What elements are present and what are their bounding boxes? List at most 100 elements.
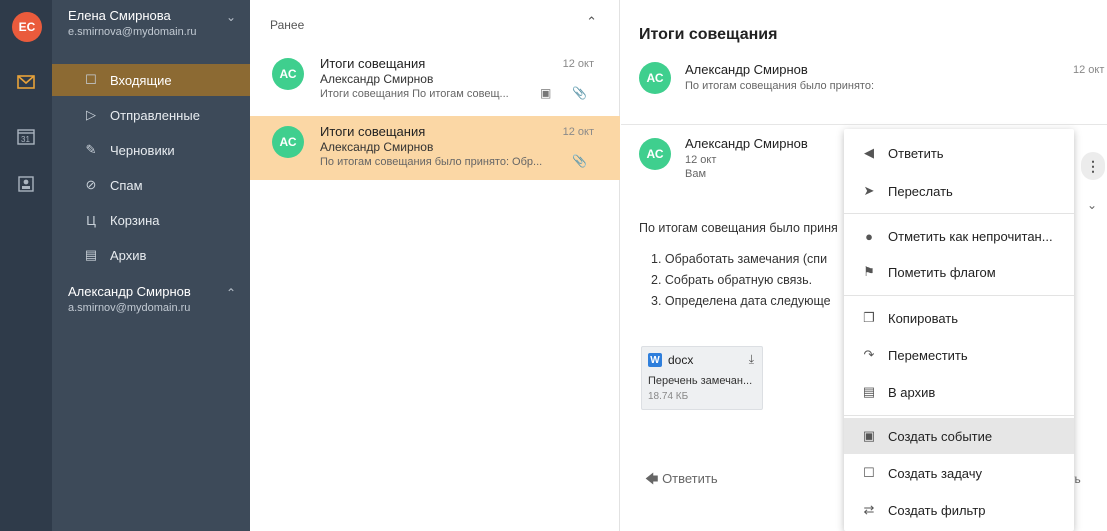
folder-label: Спам [110,177,143,193]
group-header: Ранее [270,18,305,32]
menu-item-label: Копировать [888,310,958,326]
menu-item-label: Переместить [888,347,968,363]
menu-item-label: Создать задачу [888,465,983,481]
divider [621,124,1107,125]
menu-item-create-event[interactable]: ▣ Создать событие [844,418,1074,454]
reply-button[interactable]: 🡄 Ответить [645,470,718,492]
menu-item-forward[interactable]: ➤ Переслать [844,173,1074,209]
svg-text:31: 31 [21,135,30,144]
avatar: АС [639,62,671,94]
folder-drafts[interactable]: ✎ Черновики [52,134,250,166]
archive-icon: ▤ [84,247,98,262]
account-secondary[interactable]: Александр Смирнов a.smirnov@mydomain.ru [68,284,191,314]
chevron-down-icon[interactable]: ⌄ [226,10,236,24]
menu-item-flag[interactable]: ⚑ Пометить флагом [844,254,1074,290]
folder-inbox[interactable]: ☐ Входящие [52,64,250,96]
menu-item-reply[interactable]: ◀ Ответить [844,135,1074,171]
folder-label: Черновики [110,142,175,158]
account-email: e.smirnova@mydomain.ru [68,26,197,38]
menu-item-move[interactable]: ↷ Переместить [844,337,1074,373]
folder-label: Отправленные [110,107,200,123]
move-icon: ↷ [863,347,875,362]
item-preview: По итогам совещания было принято: Обр... [320,156,543,168]
list-item[interactable]: АС Итоги совещания Александр Смирнов По … [250,116,620,180]
message-recipient: Вам [685,168,707,180]
page-title: Итоги совещания [639,26,778,43]
divider [844,415,1074,416]
chevron-up-icon[interactable]: ⌃ [586,14,597,30]
body-list-item: 3. Определена дата следующе [651,294,831,308]
reply-label: Ответить [662,471,718,486]
folder-spam[interactable]: ⊘ Спам [52,169,250,201]
message-from: Александр Смирнов [685,136,808,151]
avatar: АС [272,58,304,90]
paperclip-icon: 📎 [572,86,587,100]
menu-item-label: Ответить [888,145,944,161]
inbox-icon: ☐ [85,72,97,87]
archive-icon: ▤ [862,384,876,399]
folder-sidebar: Елена Смирнова e.smirnova@mydomain.ru ⌄ … [52,0,250,531]
folder-label: Архив [110,247,147,263]
menu-item-label: Переслать [888,183,953,199]
account-primary[interactable]: Елена Смирнова e.smirnova@mydomain.ru [68,8,197,38]
list-item[interactable]: АС Итоги совещания Александр Смирнов Ито… [250,48,620,112]
chevron-up-icon[interactable]: ⌃ [226,286,236,300]
copy-icon: ❐ [863,310,875,325]
folder-archive[interactable]: ▤ Архив [52,239,250,271]
folder-label: Корзина [110,212,160,228]
draft-icon: ✎ [85,142,97,157]
send-icon: ▷ [86,107,96,122]
app-rail: ЕС 31 [0,0,52,531]
message-from: Александр Смирнов [685,62,808,77]
more-options-button[interactable]: ⋮ [1081,152,1105,180]
calendar-event-icon: ▣ [862,428,876,443]
spam-icon: ⊘ [85,177,97,192]
menu-item-label: В архив [888,384,936,400]
attachment-name: Перечень замечан... [648,375,753,387]
calendar-icon[interactable]: 31 [16,126,36,146]
mail-icon[interactable] [16,72,36,92]
calendar-icon[interactable]: ▣ [540,86,551,100]
avatar: АС [272,126,304,158]
message-date: 12 окт [685,154,717,166]
folder-trash[interactable]: Ц Корзина [52,204,250,236]
folder-sent[interactable]: ▷ Отправленные [52,99,250,131]
menu-item-label: Пометить флагом [888,264,996,280]
menu-item-label: Создать фильтр [888,502,986,518]
unread-dot-icon: ● [865,228,873,244]
folder-label: Входящие [110,72,172,88]
task-icon: ☐ [863,465,875,480]
divider [844,295,1074,296]
message-date: 12 окт [1073,64,1105,76]
menu-item-create-task[interactable]: ☐ Создать задачу [844,455,1074,491]
menu-item-copy[interactable]: ❐ Копировать [844,300,1074,336]
download-icon[interactable]: ⤓ [749,352,754,367]
item-date: 12 окт [562,126,594,138]
attachment-size: 18.74 КБ [648,391,689,402]
item-preview: Итоги совещания По итогам совещ... [320,88,509,100]
attachment-card[interactable]: W docx ⤓ Перечень замечан... 18.74 КБ [641,346,763,410]
account-email: a.smirnov@mydomain.ru [68,302,191,314]
chevron-down-icon[interactable]: ⌄ [1087,198,1097,212]
account-name: Елена Смирнова [68,8,171,23]
word-doc-icon: W [648,353,662,367]
menu-item-archive[interactable]: ▤ В архив [844,374,1074,410]
trash-icon: Ц [86,212,96,228]
menu-item-mark-unread[interactable]: ● Отметить как непрочитан... [844,218,1074,254]
body-list-item: 1. Обработать замечания (спи [651,252,828,266]
menu-item-create-filter[interactable]: ⇄ Создать фильтр [844,492,1074,528]
reply-icon: 🡄 [645,471,659,486]
flag-icon: ⚑ [863,264,875,279]
paperclip-icon: 📎 [572,154,587,168]
attachment-ext: docx [668,353,694,367]
user-avatar[interactable]: ЕС [12,12,42,42]
message-list: Ранее ⌃ АС Итоги совещания Александр Сми… [250,0,620,531]
filter-icon: ⇄ [863,502,875,517]
item-date: 12 окт [562,58,594,70]
item-subject: Итоги совещания [320,124,426,139]
menu-item-label: Создать событие [888,428,993,444]
forward-icon: ➤ [863,183,875,198]
contacts-icon[interactable] [16,174,36,194]
item-subject: Итоги совещания [320,56,426,71]
message-preview: По итогам совещания было принято: [685,80,875,92]
